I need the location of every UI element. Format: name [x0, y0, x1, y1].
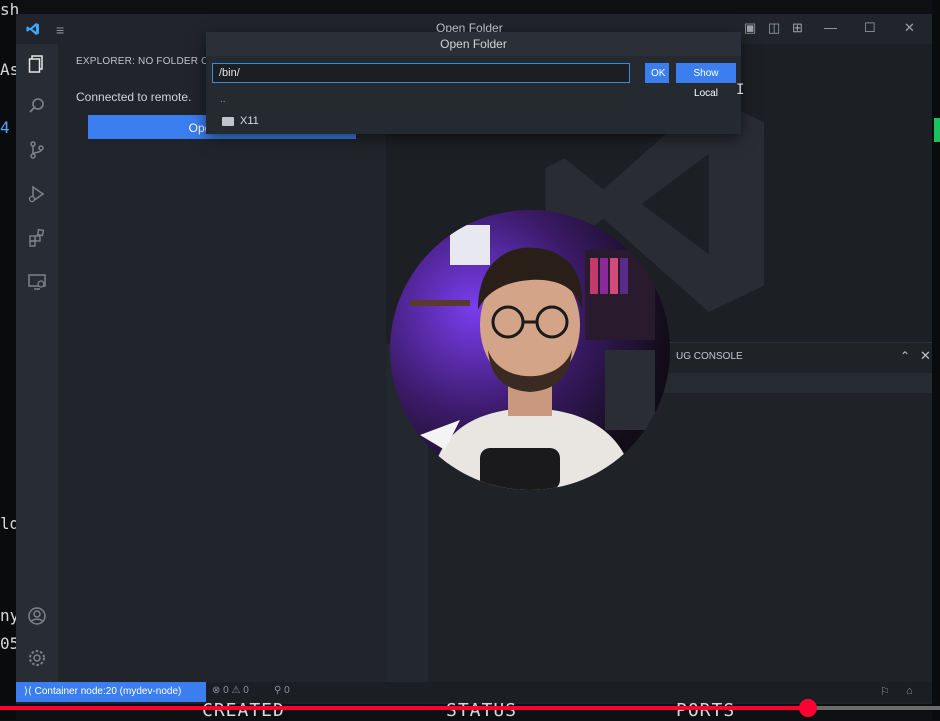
minimize-icon[interactable]: —	[824, 20, 837, 35]
video-progress-bar[interactable]	[0, 699, 940, 717]
run-debug-icon[interactable]	[25, 184, 49, 208]
close-panel-icon[interactable]: ✕	[920, 348, 931, 364]
connected-status-text: Connected to remote.	[76, 90, 192, 104]
folder-icon	[222, 117, 234, 126]
terminal-header-status: STATUS	[446, 700, 518, 721]
video-scrubber-handle[interactable]	[799, 699, 818, 717]
background-right-strip	[932, 0, 940, 720]
panel-tab-debug-console[interactable]: UG CONSOLE	[676, 351, 743, 362]
close-window-icon[interactable]: ✕	[904, 20, 915, 36]
remote-explorer-icon[interactable]	[25, 272, 49, 296]
toggle-sidebar-icon[interactable]: ▣	[744, 20, 756, 36]
files-icon[interactable]	[25, 54, 49, 78]
remote-label: Container node:20 (mydev-node)	[34, 686, 182, 697]
quickpick-item-label: X11	[240, 115, 259, 127]
ok-button[interactable]: OK	[645, 63, 669, 83]
extensions-icon[interactable]	[25, 228, 49, 252]
settings-gear-icon[interactable]	[25, 648, 49, 672]
feedback-icon[interactable]: ⚐	[880, 685, 890, 698]
explorer-sidebar: EXPLORER: NO FOLDER OPEN Connected to re…	[58, 44, 386, 690]
status-bar: ⟩⟨ Container node:20 (mydev-node) ⊗ 0 ⚠ …	[16, 682, 932, 702]
show-local-button[interactable]: Show Local	[676, 63, 736, 99]
terminal-header-created: CREATED	[202, 700, 285, 721]
text-cursor-icon: I	[736, 82, 745, 98]
presenter-image	[390, 210, 670, 490]
terminal-status-mark	[934, 118, 940, 142]
background-terminal: sh As 4 ld ny 05	[0, 0, 19, 720]
quickpick-item[interactable]: X11	[212, 114, 735, 132]
activity-bar	[16, 44, 58, 690]
search-icon[interactable]	[25, 96, 49, 120]
source-control-icon[interactable]	[25, 140, 49, 164]
ports-status[interactable]: ⚲ 0	[274, 685, 290, 696]
folder-path-input[interactable]	[212, 63, 630, 83]
quickpick-title: Open Folder	[206, 32, 741, 56]
terminal-header-ports: PORTS	[676, 700, 736, 721]
account-icon[interactable]	[25, 606, 49, 630]
parent-directory-item[interactable]: ..	[220, 94, 226, 105]
presenter-webcam-overlay	[390, 210, 670, 490]
maximize-panel-icon[interactable]: ⌃	[900, 349, 910, 363]
vscode-window: ≡ Open Folder ▣ ◫ ⊞ — ☐ ✕ EXPLORER: NO F…	[16, 14, 932, 704]
maximize-icon[interactable]: ☐	[864, 20, 876, 36]
terminal-fragment: 4	[0, 118, 10, 137]
remote-indicator[interactable]: ⟩⟨ Container node:20 (mydev-node)	[16, 682, 206, 702]
customize-layout-icon[interactable]: ⊞	[792, 20, 803, 36]
toggle-panel-icon[interactable]: ◫	[768, 20, 780, 36]
video-progress-played	[0, 706, 809, 710]
hamburger-menu-icon[interactable]: ≡	[56, 22, 64, 38]
vscode-logo-icon	[26, 22, 40, 36]
notifications-bell-icon[interactable]: ⌂	[906, 685, 913, 697]
problems-status[interactable]: ⊗ 0 ⚠ 0	[212, 685, 249, 696]
remote-icon: ⟩⟨	[24, 686, 35, 697]
open-folder-quickpick: Open Folder OK Show Local .. X11 I	[206, 32, 745, 134]
